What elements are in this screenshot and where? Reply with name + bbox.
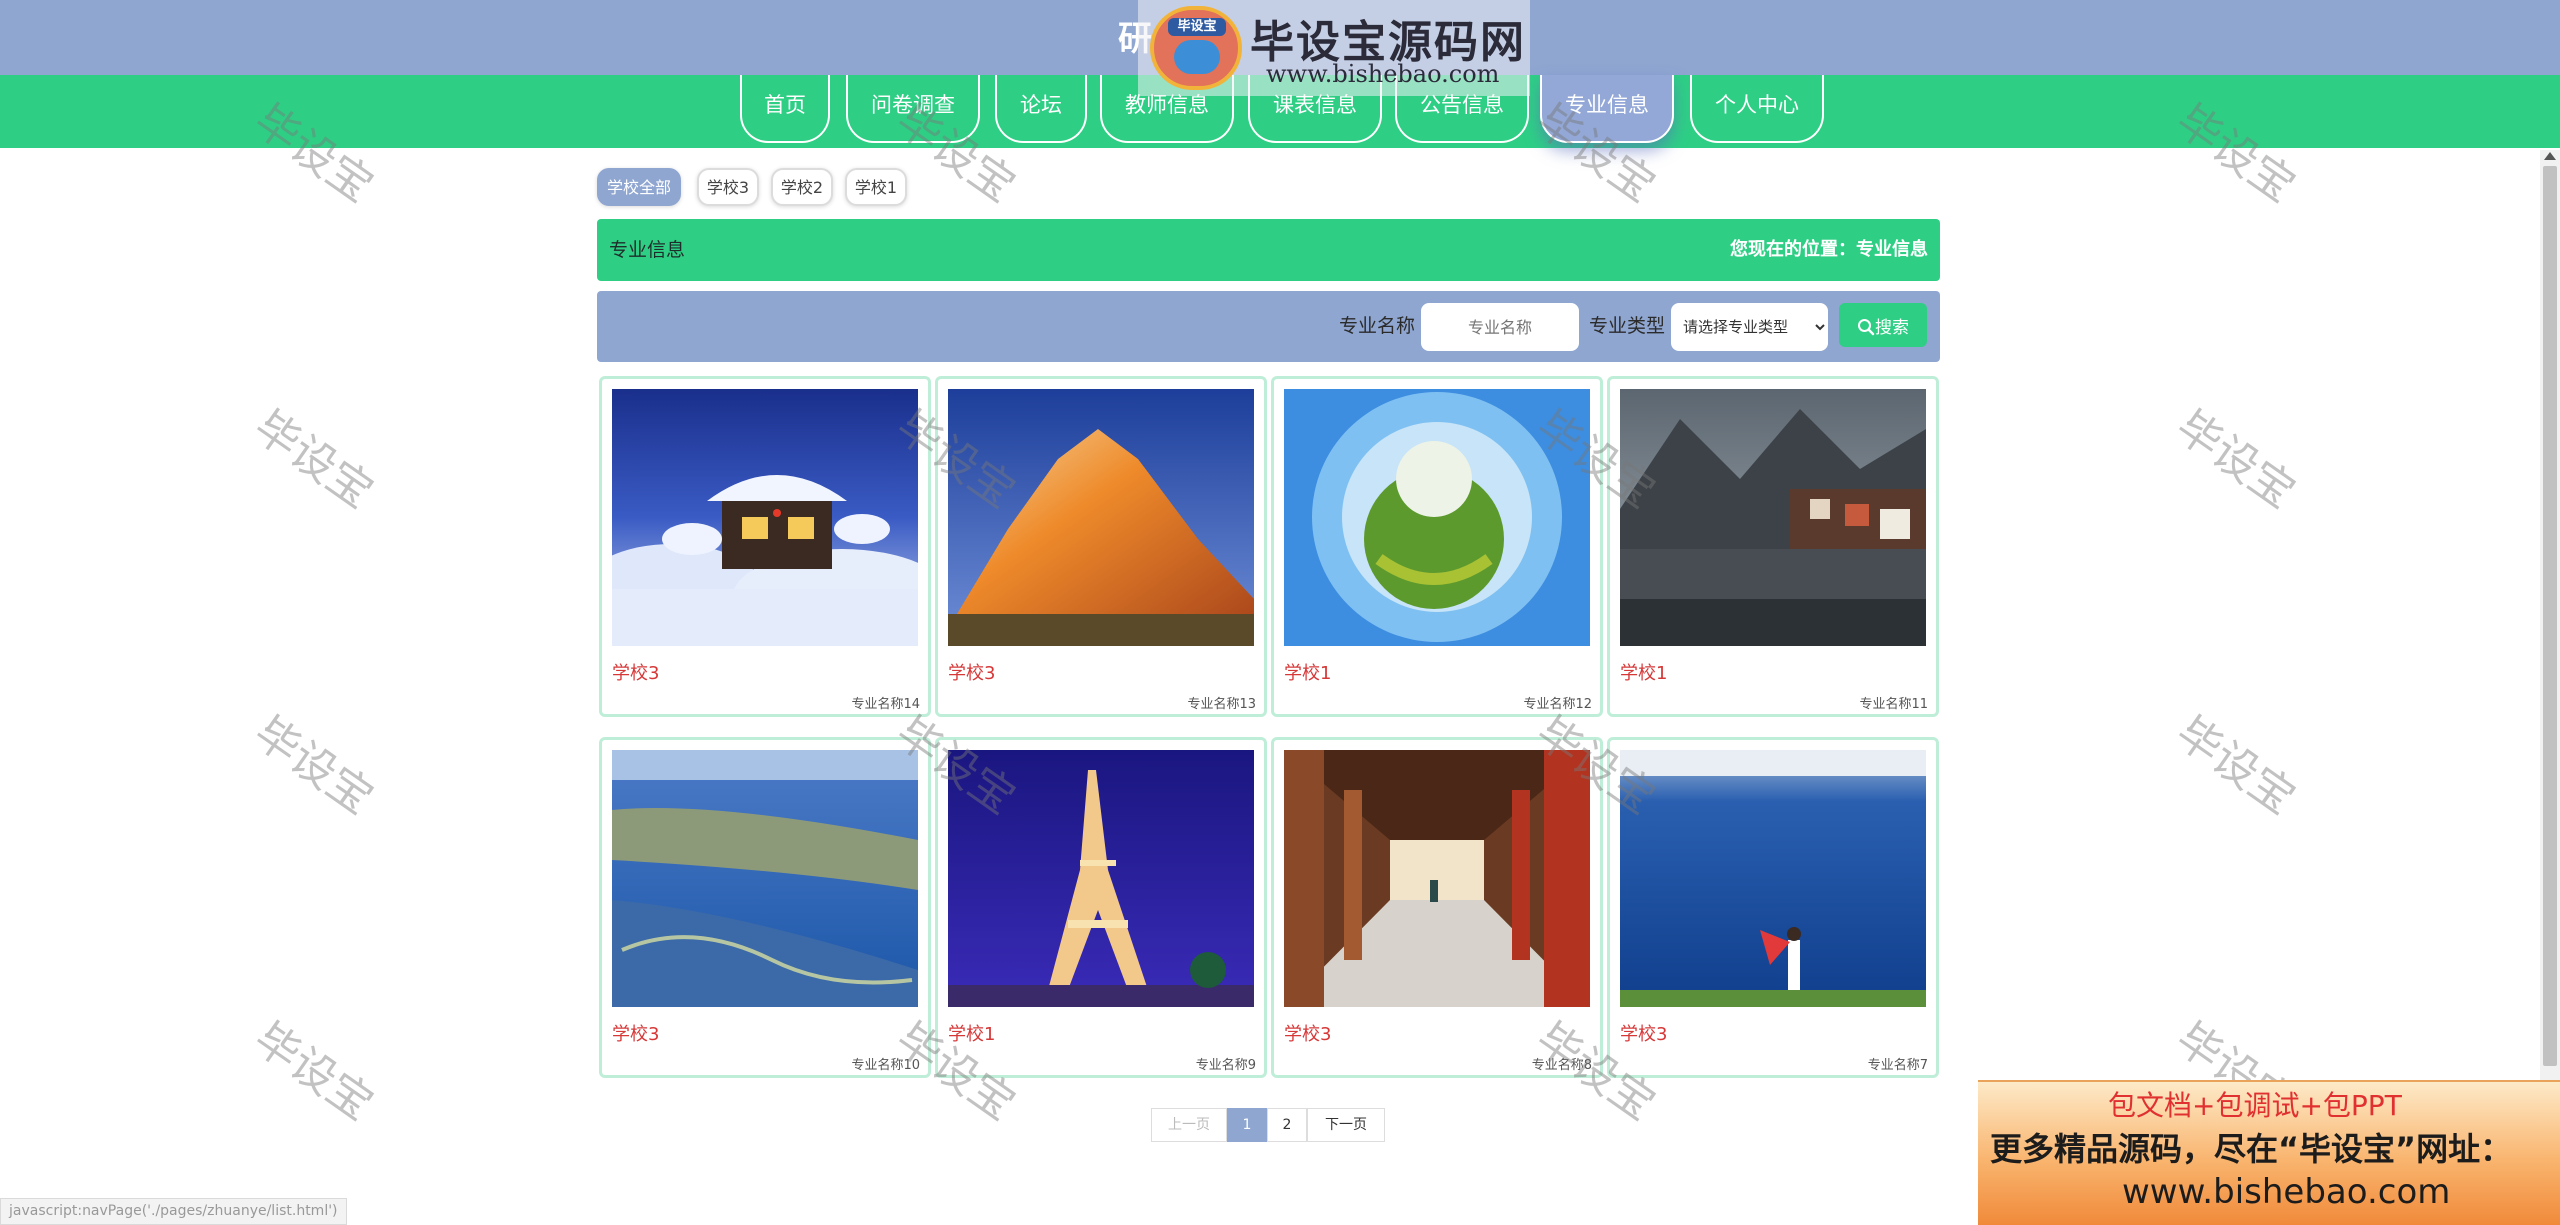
page-1-button[interactable]: 1 [1227, 1108, 1267, 1142]
card-major-name: 专业名称8 [1531, 1058, 1592, 1073]
card-major-name: 专业名称11 [1859, 697, 1928, 712]
card-major-name: 专业名称12 [1523, 697, 1592, 712]
search-icon [1858, 318, 1875, 335]
section-header: 专业信息 您现在的位置：专业信息 [597, 219, 1940, 281]
card-image-tiny-planet [1284, 389, 1590, 646]
nav-item-survey[interactable]: 问卷调查 [846, 75, 980, 143]
promo-line-2: 更多精品源码，尽在“毕设宝”网址： [1990, 1130, 2513, 1168]
card-major-name: 专业名称9 [1195, 1058, 1256, 1073]
filter-school-1[interactable]: 学校1 [845, 168, 907, 206]
watermark: 毕设宝 [2166, 400, 2305, 519]
promo-line-1: 包文档+包调试+包PPT [2108, 1089, 2402, 1122]
major-card[interactable]: 学校3 专业名称7 [1607, 737, 1939, 1078]
card-image-lake-village [1620, 389, 1926, 646]
major-type-select[interactable]: 请选择专业类型 [1671, 303, 1828, 351]
next-page-button[interactable]: 下一页 [1307, 1108, 1385, 1142]
major-card[interactable]: 学校1 专业名称11 [1607, 376, 1939, 717]
card-major-name: 专业名称7 [1867, 1058, 1928, 1073]
nav-item-major-info[interactable]: 专业信息 [1540, 75, 1674, 143]
card-image-red-corridor [1284, 750, 1590, 1007]
card-school: 学校3 [612, 663, 660, 684]
card-image-snowy-cabin [612, 389, 918, 646]
card-image-woman-by-blue-lake [1620, 750, 1926, 1007]
nav-item-profile[interactable]: 个人中心 [1690, 75, 1824, 143]
search-button[interactable]: 搜索 [1839, 303, 1927, 347]
watermark: 毕设宝 [244, 400, 383, 519]
search-bar: 专业名称 专业类型 请选择专业类型 搜索 [597, 291, 1940, 362]
card-major-name: 专业名称10 [851, 1058, 920, 1073]
logo-mascot-icon: 毕设宝 [1150, 6, 1242, 90]
card-school: 学校1 [948, 1024, 996, 1045]
major-name-label: 专业名称 [1339, 315, 1416, 337]
section-title: 专业信息 [609, 239, 686, 261]
card-school: 学校3 [612, 1024, 660, 1045]
scroll-thumb[interactable] [2543, 166, 2557, 1066]
nav-item-forum[interactable]: 论坛 [995, 75, 1087, 143]
card-school: 学校1 [1620, 663, 1668, 684]
card-school: 学校1 [1284, 663, 1332, 684]
watermark: 毕设宝 [244, 706, 383, 825]
page-2-button[interactable]: 2 [1267, 1108, 1307, 1142]
card-school: 学校3 [1284, 1024, 1332, 1045]
promo-line-3: www.bishebao.com [2122, 1172, 2451, 1212]
card-major-name: 专业名称13 [1187, 697, 1256, 712]
card-school: 学校3 [1620, 1024, 1668, 1045]
status-bar-url: javascript:navPage('./pages/zhuanye/list… [0, 1198, 347, 1225]
filter-school-2[interactable]: 学校2 [771, 168, 833, 206]
breadcrumb-location: 您现在的位置：专业信息 [1730, 239, 1928, 260]
filter-all-schools[interactable]: 学校全部 [597, 168, 681, 206]
filter-school-3[interactable]: 学校3 [697, 168, 759, 206]
logo-banner: 毕设宝 毕设宝源码网 www.bishebao.com [1138, 0, 1530, 96]
promo-banner[interactable]: 包文档+包调试+包PPT 更多精品源码，尽在“毕设宝”网址： www.bishe… [1978, 1080, 2560, 1225]
card-school: 学校3 [948, 663, 996, 684]
search-button-label: 搜索 [1875, 317, 1909, 338]
watermark: 毕设宝 [2166, 706, 2305, 825]
scroll-up-icon[interactable] [2544, 152, 2556, 160]
logo-url: www.bishebao.com [1266, 60, 1500, 88]
card-image-eiffel-tower [948, 750, 1254, 1007]
major-name-input[interactable] [1421, 303, 1579, 351]
major-card[interactable]: 学校3 专业名称14 [599, 376, 931, 717]
major-card[interactable]: 学校1 专业名称9 [935, 737, 1267, 1078]
nav-item-home[interactable]: 首页 [740, 75, 830, 143]
major-card[interactable]: 学校3 专业名称8 [1271, 737, 1603, 1078]
prev-page-button[interactable]: 上一页 [1151, 1108, 1227, 1142]
major-card[interactable]: 学校3 专业名称10 [599, 737, 931, 1078]
card-image-river-delta [612, 750, 918, 1007]
logo-cap-text: 毕设宝 [1168, 18, 1226, 36]
card-image-orange-mountain [948, 389, 1254, 646]
major-card[interactable]: 学校1 专业名称12 [1271, 376, 1603, 717]
major-type-label: 专业类型 [1589, 315, 1666, 337]
major-card[interactable]: 学校3 专业名称13 [935, 376, 1267, 717]
watermark: 毕设宝 [244, 1012, 383, 1131]
card-major-name: 专业名称14 [851, 697, 920, 712]
page-scrollbar[interactable] [2540, 150, 2560, 1080]
